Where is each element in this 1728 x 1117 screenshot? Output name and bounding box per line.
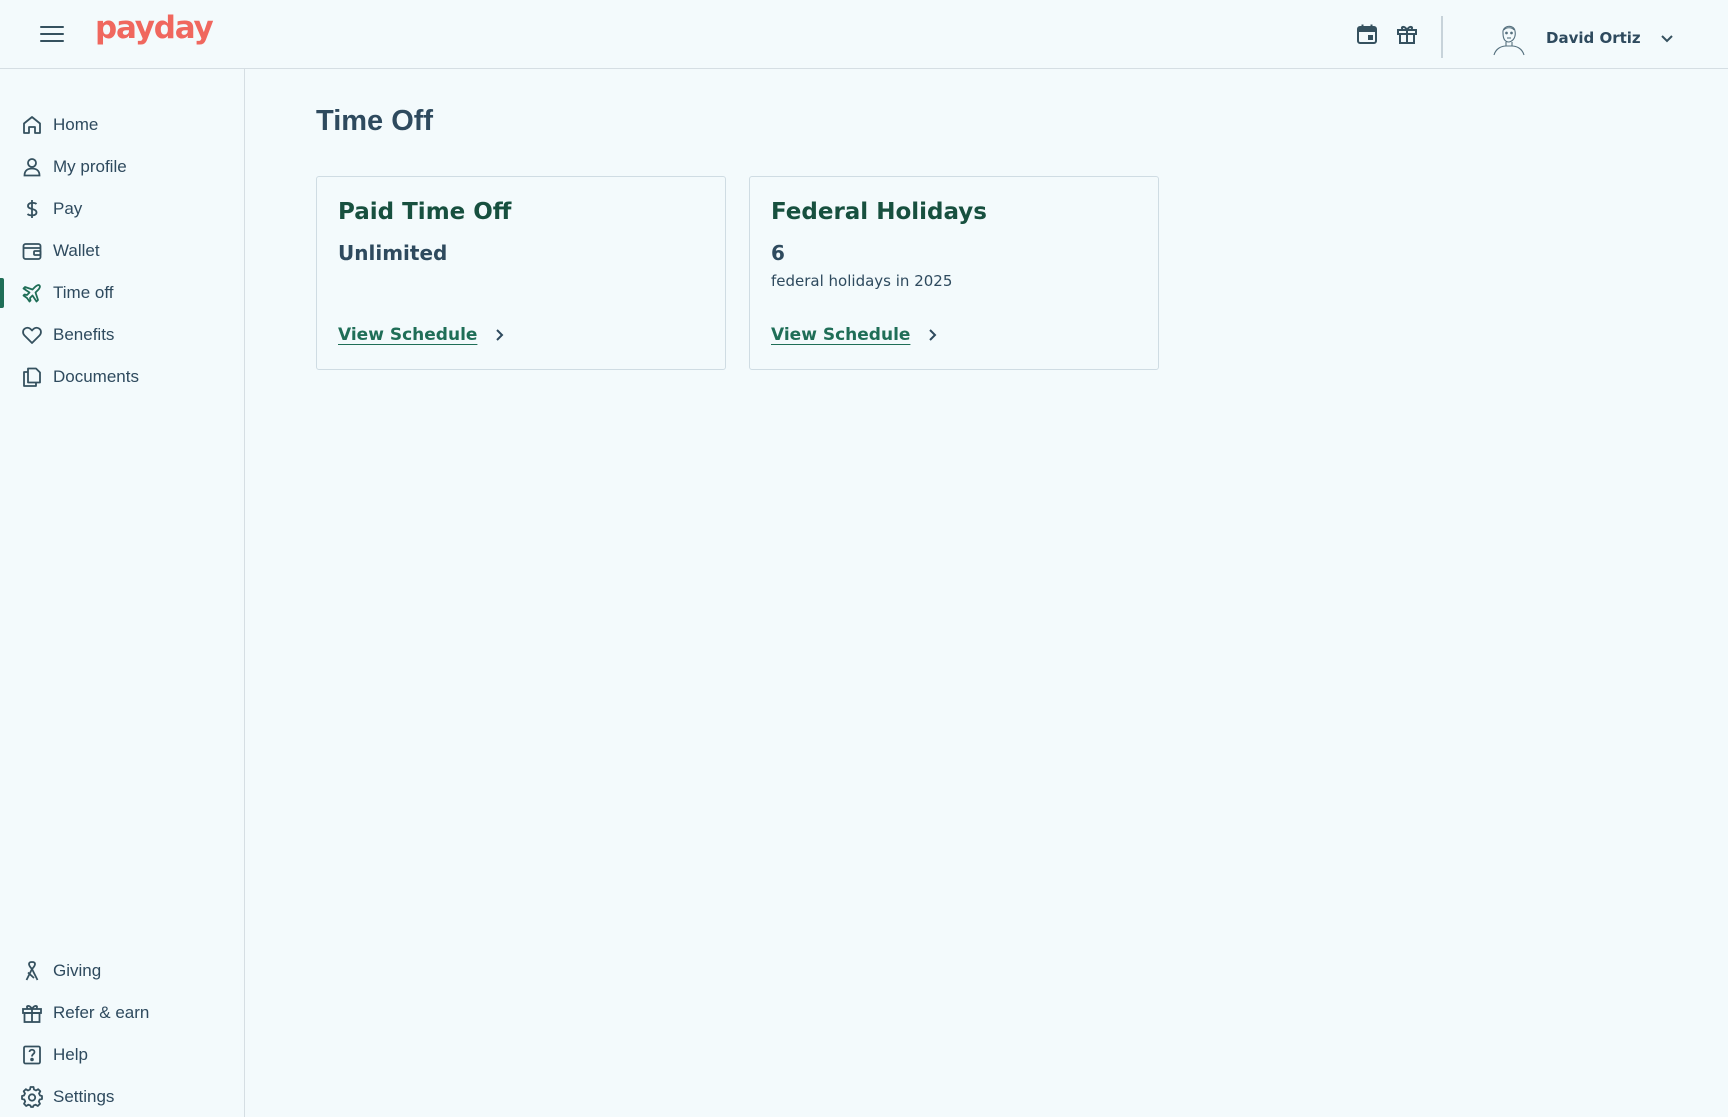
sidebar-item-giving[interactable]: Giving	[0, 953, 244, 989]
sidebar-item-pay[interactable]: Pay	[0, 191, 244, 227]
calendar-icon[interactable]	[1355, 22, 1379, 46]
chevron-down-icon[interactable]	[1659, 30, 1675, 46]
wallet-icon	[21, 240, 43, 262]
card-subtitle: federal holidays in 2025	[771, 272, 953, 290]
sidebar-item-label: Help	[53, 1045, 88, 1064]
sidebar-item-benefits[interactable]: Benefits	[0, 317, 244, 353]
view-schedule-link[interactable]: View Schedule	[338, 325, 507, 345]
chevron-right-icon[interactable]	[491, 327, 507, 343]
hamburger-menu-icon[interactable]	[40, 22, 66, 46]
federal-holidays-card: Federal Holidays 6 federal holidays in 2…	[749, 176, 1159, 370]
sidebar-item-time-off[interactable]: Time off	[0, 275, 244, 311]
top-bar: payday David Ortiz	[0, 0, 1728, 69]
user-name[interactable]: David Ortiz	[1546, 29, 1641, 47]
sidebar: Home My profile Pay Wallet Time off Bene…	[0, 69, 245, 1117]
view-schedule-label[interactable]: View Schedule	[771, 325, 910, 345]
plane-icon	[21, 282, 43, 304]
card-value: Unlimited	[338, 241, 448, 265]
header-divider	[1441, 16, 1443, 58]
view-schedule-label[interactable]: View Schedule	[338, 325, 477, 345]
avatar[interactable]	[1490, 19, 1528, 57]
sidebar-item-label: Pay	[53, 199, 83, 218]
documents-icon	[21, 366, 43, 388]
sidebar-item-label: Giving	[53, 961, 102, 980]
card-value: 6	[771, 241, 785, 265]
user-icon	[21, 156, 43, 178]
card-title: Paid Time Off	[338, 199, 512, 225]
sidebar-item-documents[interactable]: Documents	[0, 359, 244, 395]
view-schedule-link[interactable]: View Schedule	[771, 325, 940, 345]
sidebar-item-home[interactable]: Home	[0, 107, 244, 143]
payday-logo[interactable]: payday	[95, 10, 214, 46]
heart-icon	[21, 324, 43, 346]
dollar-icon	[21, 198, 43, 220]
sidebar-item-label: My profile	[53, 157, 127, 176]
chevron-right-icon[interactable]	[924, 327, 940, 343]
sidebar-item-label: Home	[53, 115, 99, 134]
user-menu[interactable]: David Ortiz	[1490, 18, 1675, 58]
sidebar-item-label: Documents	[53, 367, 139, 386]
page-title: Time Off	[316, 105, 434, 137]
paid-time-off-card: Paid Time Off Unlimited View Schedule	[316, 176, 726, 370]
card-title: Federal Holidays	[771, 199, 987, 225]
sidebar-item-label: Settings	[53, 1087, 115, 1106]
sidebar-item-my-profile[interactable]: My profile	[0, 149, 244, 185]
sidebar-item-label: Wallet	[53, 241, 100, 260]
sidebar-item-label: Benefits	[53, 325, 115, 344]
gift-icon[interactable]	[1395, 22, 1419, 46]
home-icon	[21, 114, 43, 136]
gift-icon	[21, 1002, 43, 1024]
sidebar-item-label: Time off	[53, 283, 114, 302]
sidebar-item-wallet[interactable]: Wallet	[0, 233, 244, 269]
sidebar-item-help[interactable]: Help	[0, 1037, 244, 1073]
sidebar-item-refer-earn[interactable]: Refer & earn	[0, 995, 244, 1031]
sidebar-item-settings[interactable]: Settings	[0, 1079, 244, 1115]
ribbon-icon	[21, 960, 43, 982]
gear-icon	[21, 1086, 43, 1108]
help-icon	[21, 1044, 43, 1066]
sidebar-item-label: Refer & earn	[53, 1003, 150, 1022]
